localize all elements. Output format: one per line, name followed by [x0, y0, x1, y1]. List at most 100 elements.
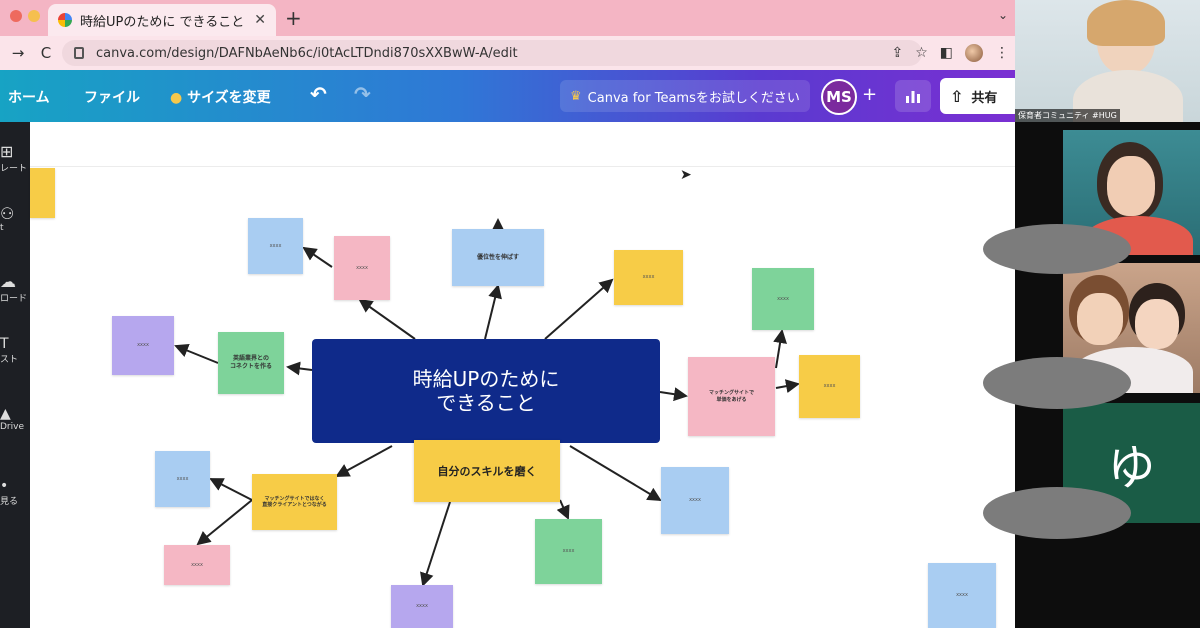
participant-face: [1107, 156, 1155, 216]
close-window-button[interactable]: [10, 10, 22, 22]
forward-button[interactable]: →: [8, 44, 28, 62]
url-field[interactable]: canva.com/design/DAFNbAeNb6c/i0tAcLTDndi…: [62, 40, 922, 66]
sticky-note-blue[interactable]: xxxx: [661, 467, 729, 534]
sticky-note-blue[interactable]: xxxx: [928, 563, 996, 628]
name-redaction-oval: [983, 224, 1131, 274]
name-redaction-oval: [983, 487, 1131, 539]
design-page[interactable]: xxxx xxxx xxxx 優位性を伸ばす xxxx xxxx xxxx 英語…: [30, 122, 1015, 628]
note-text: xxxx: [823, 383, 836, 390]
sticky-note-pink[interactable]: xxxx: [164, 545, 230, 585]
tab-close-icon[interactable]: ✕: [254, 12, 266, 28]
connector-arrow: [286, 361, 313, 376]
note-text: マッチングサイトで 単価をあげる: [708, 390, 754, 403]
connector-arrow: [544, 278, 614, 340]
sticky-note-yellow[interactable]: xxxx: [30, 168, 55, 218]
teams-label: Canva for Teamsをお試しください: [587, 90, 800, 106]
sidebar-item-templates[interactable]: ⊞ レート: [0, 142, 30, 174]
connector-arrow: [209, 478, 253, 501]
redo-button[interactable]: ↷: [354, 82, 371, 106]
note-text: xxxx: [356, 264, 368, 271]
profile-avatar[interactable]: [965, 44, 983, 62]
lock-icon: [74, 47, 84, 59]
connector-arrow: [569, 445, 662, 502]
resize-button[interactable]: ● サイズを変更: [170, 87, 271, 107]
browser-menu-icon[interactable]: ⋮: [995, 45, 1009, 61]
connector-arrow: [335, 445, 393, 477]
sticky-note-yellow[interactable]: マッチングサイトではなく 直接クライアントとつながる: [252, 474, 337, 530]
sidebar-item-drive[interactable]: ▲ Drive: [0, 406, 30, 432]
sticky-note-pink[interactable]: xxxx: [334, 236, 390, 300]
connector-arrow: [358, 298, 416, 340]
connector-arrow: [484, 284, 502, 340]
sidebar-item-more[interactable]: • 見る: [0, 478, 30, 507]
more-icon: •: [0, 478, 9, 494]
central-topic-node[interactable]: 時給UPのために できること: [312, 339, 660, 443]
sticky-note-blue[interactable]: 優位性を伸ばす: [452, 229, 544, 286]
reload-button[interactable]: C: [36, 44, 56, 62]
browser-actions: ⇪ ☆ ◧ ⋮: [891, 36, 1015, 70]
drive-icon: ▲: [0, 406, 11, 422]
sidebar-item-elements[interactable]: ⚇ t: [0, 204, 30, 233]
upload-icon: ⇧: [950, 86, 964, 106]
sticky-note-green[interactable]: xxxx: [752, 268, 814, 330]
bookmark-star-icon[interactable]: ☆: [915, 45, 928, 61]
share-page-icon[interactable]: ⇪: [891, 45, 903, 61]
address-bar-row: → C canva.com/design/DAFNbAeNb6c/i0tAcLT…: [0, 36, 1015, 70]
connector-arrow: [174, 344, 219, 364]
resize-label: サイズを変更: [187, 90, 271, 106]
sticky-note-purple[interactable]: xxxx: [391, 585, 453, 628]
share-label: 共有: [971, 90, 998, 106]
editor-sidebar: ⊞ レート ⚇ t ☁ ロード T スト ▲ Drive • 見る: [0, 122, 30, 628]
new-tab-button[interactable]: +: [285, 6, 302, 30]
host-name-label: 保育者コミュニティ #HUG: [1015, 109, 1120, 122]
user-avatar[interactable]: MS: [821, 79, 857, 115]
sticky-note-yellow[interactable]: xxxx: [799, 355, 860, 418]
note-text: xxxx: [176, 475, 189, 482]
elements-icon: ⚇: [0, 204, 15, 223]
add-collaborator-button[interactable]: +: [862, 84, 877, 105]
chrome-favicon-icon: [58, 13, 72, 27]
connector-arrow: [556, 499, 570, 520]
tab-menu-chevron-icon[interactable]: ⌄: [998, 8, 1008, 22]
note-text: xxxx: [137, 342, 149, 349]
minimize-window-button[interactable]: [28, 10, 40, 22]
sticky-note-pink[interactable]: マッチングサイトで 単価をあげる: [688, 357, 775, 436]
name-redaction-oval: [983, 357, 1131, 409]
sticky-note-green[interactable]: xxxx: [535, 519, 602, 584]
note-text: 優位性を伸ばす: [476, 253, 519, 261]
browser-tab[interactable]: 時給UPのために できること - ホワ ✕: [48, 4, 276, 36]
home-button[interactable]: ホーム: [8, 87, 50, 107]
note-text: xxxx: [562, 548, 575, 555]
bar-chart-icon: [906, 91, 920, 103]
sidebar-item-label: 見る: [0, 497, 19, 507]
try-teams-button[interactable]: ♛ Canva for Teamsをお試しください: [560, 80, 810, 112]
tab-title: 時給UPのために できること - ホワ: [80, 14, 246, 30]
cloud-upload-icon: ☁: [0, 272, 16, 291]
file-menu[interactable]: ファイル: [84, 87, 140, 107]
connector-arrow: [302, 246, 333, 268]
sidebar-item-uploads[interactable]: ☁ ロード: [0, 272, 30, 304]
sticky-note-purple[interactable]: xxxx: [112, 316, 174, 375]
note-text: xxxx: [269, 242, 282, 249]
sidebar-item-text[interactable]: T スト: [0, 336, 30, 365]
url-text: canva.com/design/DAFNbAeNb6c/i0tAcLTDndi…: [96, 45, 518, 61]
canva-toolbar: ホーム ファイル ● サイズを変更 ↶ ↷ ♛ Canva for Teamsを…: [0, 70, 1015, 122]
crown-icon: ●: [170, 90, 183, 106]
sticky-note-yellow[interactable]: xxxx: [614, 250, 683, 305]
skill-topic-node[interactable]: 自分のスキルを磨く: [414, 440, 560, 502]
connector-arrow: [420, 501, 451, 587]
note-text: マッチングサイトではなく 直接クライアントとつながる: [262, 495, 327, 509]
share-button[interactable]: ⇧ 共有: [940, 78, 1015, 114]
insights-button[interactable]: [895, 80, 931, 112]
design-canvas[interactable]: xxxx xxxx xxxx 優位性を伸ばす xxxx xxxx xxxx 英語…: [30, 122, 1015, 628]
sticky-note-blue[interactable]: xxxx: [248, 218, 303, 274]
video-tile-host[interactable]: 保育者コミュニティ #HUG: [1015, 0, 1200, 122]
text-icon: T: [0, 336, 9, 352]
connector-arrow: [773, 329, 787, 369]
connector-arrow: [775, 379, 800, 394]
sticky-note-blue[interactable]: xxxx: [155, 451, 210, 507]
undo-button[interactable]: ↶: [310, 82, 327, 106]
sidebar-item-label: t: [0, 223, 4, 233]
sticky-note-green[interactable]: 英語業界との コネクトを作る: [218, 332, 284, 394]
side-panel-icon[interactable]: ◧: [940, 45, 953, 61]
